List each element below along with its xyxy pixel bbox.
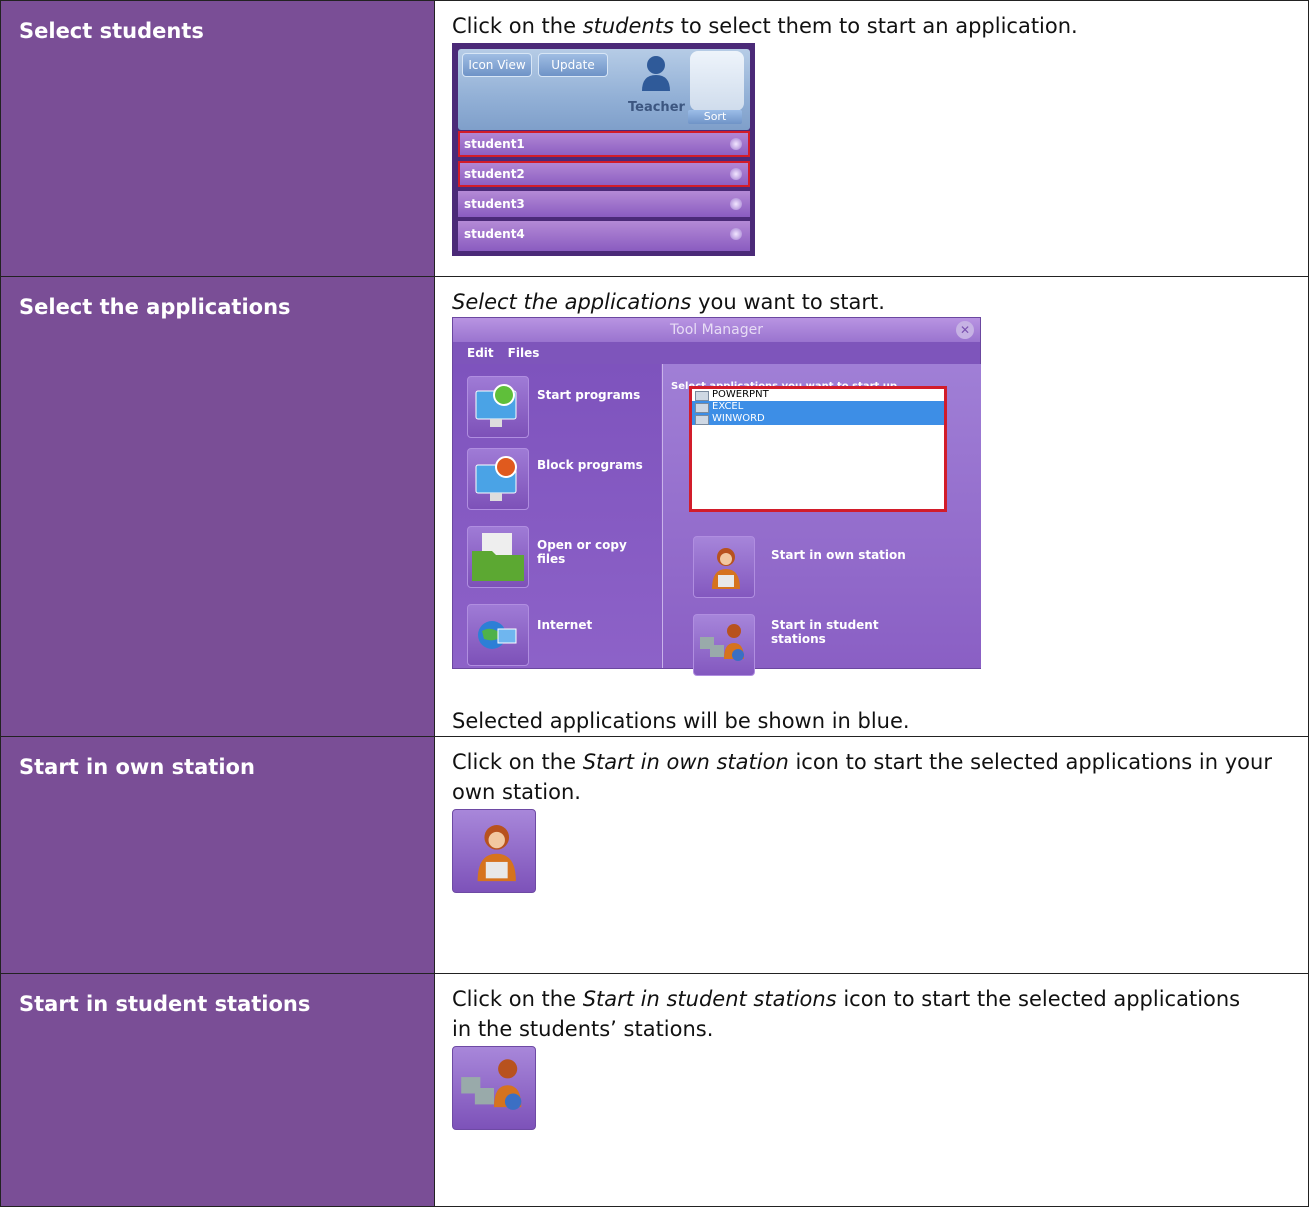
student-list-screenshot: Icon View Update Teacher Sort student1 s… — [452, 43, 755, 256]
text-emphasis: Select the applications — [452, 290, 692, 314]
app-item[interactable]: POWERPNT — [692, 389, 944, 401]
text-part: Click on the — [452, 750, 583, 774]
text-part: Click on the — [452, 987, 583, 1011]
tool-manager-screenshot: Tool Manager ✕ Edit Files Start programs … — [452, 317, 981, 676]
tool-label: Block programs — [537, 458, 643, 472]
start-programs-icon[interactable] — [467, 376, 529, 438]
row-start-student-stations: Start in student stations Click on the S… — [0, 973, 1309, 1207]
start-in-own-station-icon — [452, 809, 536, 893]
close-icon[interactable]: ✕ — [956, 321, 974, 339]
instruction-text: Click on the Start in student stations i… — [452, 984, 1252, 1044]
start-in-own-station-icon[interactable] — [693, 536, 755, 598]
text-part: to select them to start an application. — [673, 14, 1078, 38]
application-list: POWERPNT EXCEL WINWORD — [689, 386, 947, 512]
row-content: Click on the Start in own station icon t… — [434, 736, 1309, 974]
block-programs-icon[interactable] — [467, 448, 529, 510]
student-name: student3 — [464, 197, 525, 211]
instruction-text: Select the applications you want to star… — [452, 287, 1308, 317]
tool-label: Internet — [537, 618, 593, 632]
teacher-picture — [690, 51, 744, 111]
row-label: Select the applications — [0, 276, 435, 737]
sort-button[interactable]: Sort — [688, 110, 742, 124]
menu-edit[interactable]: Edit — [467, 346, 494, 360]
open-copy-files-icon[interactable] — [467, 526, 529, 588]
student-name: student4 — [464, 227, 525, 241]
update-button[interactable]: Update — [538, 53, 608, 77]
student-name: student2 — [464, 167, 525, 181]
menu-files[interactable]: Files — [508, 346, 540, 360]
student-row-4[interactable]: student4 — [458, 221, 750, 251]
action-label: Start in own station — [771, 548, 906, 562]
chevron-right-icon — [730, 138, 742, 150]
row-label: Start in own station — [0, 736, 435, 974]
start-in-student-stations-icon[interactable] — [693, 614, 755, 676]
app-file-icon — [695, 403, 709, 413]
row-label: Select students — [0, 0, 435, 277]
row-content: Click on the students to select them to … — [434, 0, 1309, 277]
row-start-own-station: Start in own station Click on the Start … — [0, 736, 1309, 974]
menu-bar: Edit Files — [453, 342, 980, 364]
icon-view-button[interactable]: Icon View — [462, 53, 532, 77]
row-select-applications: Select the applications Select the appli… — [0, 276, 1309, 737]
selected-note: Selected applications will be shown in b… — [452, 709, 910, 733]
tool-label: Start programs — [537, 388, 641, 402]
app-item-selected[interactable]: EXCEL — [692, 401, 944, 413]
chevron-right-icon — [730, 198, 742, 210]
tool-label: Open or copy files — [537, 538, 627, 566]
instructions-table: Select students Click on the students to… — [0, 0, 1309, 1207]
start-in-student-stations-icon — [452, 1046, 536, 1130]
student-row-3[interactable]: student3 — [458, 191, 750, 217]
internet-icon[interactable] — [467, 604, 529, 666]
text-emphasis: Start in student stations — [582, 987, 837, 1011]
student-row-2[interactable]: student2 — [458, 161, 750, 187]
row-content: Select the applications you want to star… — [434, 276, 1309, 737]
app-file-icon — [695, 415, 709, 425]
applications-panel: Select applications you want to start up… — [662, 364, 981, 676]
action-label: Start in student stations — [771, 618, 879, 646]
app-item-selected[interactable]: WINWORD — [692, 413, 944, 425]
instruction-text: Click on the students to select them to … — [452, 11, 1308, 41]
row-select-students: Select students Click on the students to… — [0, 0, 1309, 277]
window-title: Tool Manager — [453, 318, 980, 342]
app-file-icon — [695, 391, 709, 401]
instruction-text: Click on the Start in own station icon t… — [452, 747, 1308, 807]
text-part: Click on the — [452, 14, 583, 38]
tools-panel: Start programs Block programs Open or co… — [453, 364, 661, 668]
chevron-right-icon — [730, 168, 742, 180]
student-name: student1 — [464, 137, 525, 151]
chevron-right-icon — [730, 228, 742, 240]
text-part: you want to start. — [691, 290, 885, 314]
row-content: Click on the Start in student stations i… — [434, 973, 1309, 1207]
row-label: Start in student stations — [0, 973, 435, 1207]
teacher-label: Teacher — [628, 100, 685, 115]
teacher-avatar-icon — [642, 56, 670, 91]
text-emphasis: students — [582, 14, 674, 38]
text-emphasis: Start in own station — [582, 750, 789, 774]
student-row-1[interactable]: student1 — [458, 131, 750, 157]
